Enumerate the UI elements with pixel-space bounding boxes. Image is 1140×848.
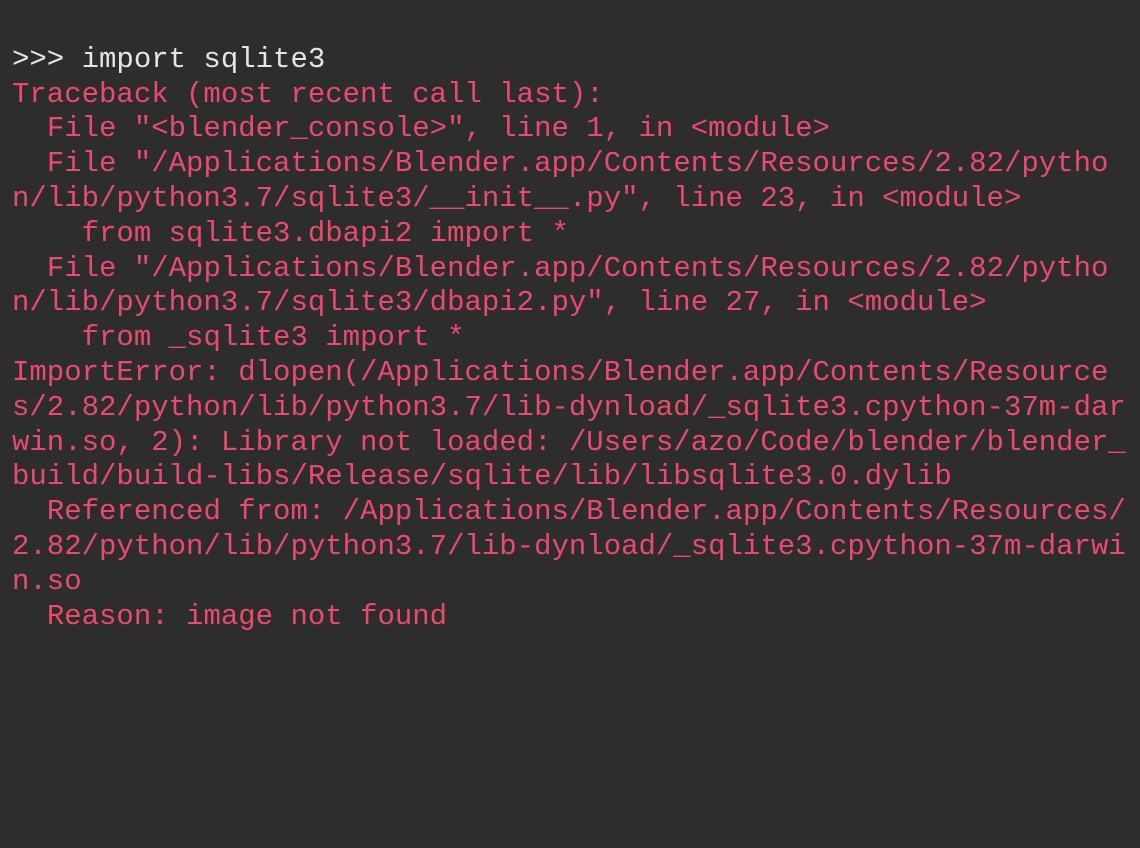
console-input-line: >>> import sqlite3 xyxy=(12,43,325,76)
python-console-output[interactable]: >>> import sqlite3 Traceback (most recen… xyxy=(12,8,1128,634)
console-traceback: Traceback (most recent call last): File … xyxy=(12,78,1126,633)
